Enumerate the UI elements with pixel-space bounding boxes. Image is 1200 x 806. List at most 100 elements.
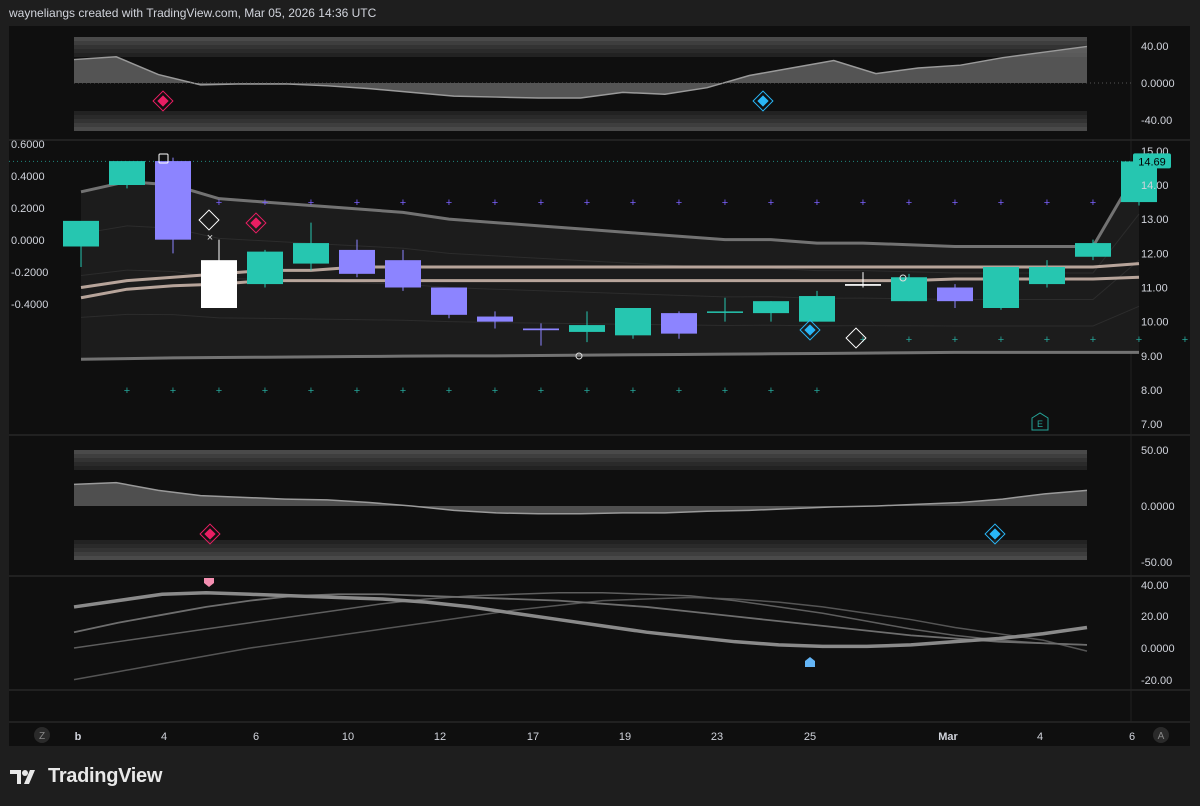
y-tick-label: 20.00 <box>1141 611 1169 623</box>
candle-body <box>293 243 329 264</box>
y-tick-label: 0.0000 <box>1141 78 1175 90</box>
right-axis-tick-label: 11.00 <box>1141 283 1168 295</box>
upper-band <box>74 41 1087 45</box>
time-axis-label: 19 <box>619 731 631 743</box>
y-tick-label: 0.0000 <box>1141 643 1175 655</box>
sell-signal-icon <box>157 95 169 107</box>
upper-dot-marker: + <box>768 197 774 209</box>
upper-dot-marker: + <box>676 197 682 209</box>
top-signal-icon <box>204 578 214 587</box>
upper-dot-marker: + <box>722 197 728 209</box>
lower-dot-marker: + <box>1182 334 1188 346</box>
y-tick-label: 50.00 <box>1141 445 1169 457</box>
channel-fill <box>81 167 1139 360</box>
indicator-line <box>73 593 1088 646</box>
chart-frame: 40.00 0.0000 -40.00 + + + + + + + + + + + + + + + + + + + + + +… <box>9 26 1190 746</box>
lower-band <box>74 552 1087 556</box>
candle-body <box>1029 267 1065 285</box>
upper-dot-marker: + <box>860 197 866 209</box>
lower-dot-marker: + <box>630 385 636 397</box>
upper-dot-marker: + <box>630 197 636 209</box>
chart-canvas[interactable]: 40.000.0000-40.00 + + + + + + + + + + + + + + + + + + + ++ +… <box>9 26 1190 746</box>
candle-body <box>937 287 973 302</box>
time-axis-label: 4 <box>1037 731 1043 743</box>
upper-band <box>74 466 1087 470</box>
lower-dot-marker: + <box>538 385 544 397</box>
candle-body <box>155 161 191 240</box>
upper-dot-marker: + <box>952 197 958 209</box>
lower-dot-marker: + <box>216 385 222 397</box>
upper-dot-marker: + <box>1090 197 1096 209</box>
lower-dot-marker: + <box>768 385 774 397</box>
candle-body <box>661 313 697 334</box>
candle-body <box>109 161 145 185</box>
time-axis-label: 4 <box>161 731 167 743</box>
lower-band <box>74 119 1087 123</box>
right-axis-tick-label: 8.00 <box>1141 385 1162 397</box>
upper-dot-marker: + <box>400 197 406 209</box>
upper-band <box>74 458 1087 462</box>
candle-body <box>707 311 743 313</box>
upper-dot-marker: + <box>906 197 912 209</box>
cross-marker-icon: × <box>207 232 213 244</box>
buy-signal-icon <box>989 528 1001 540</box>
y-tick-label: -50.00 <box>1141 557 1172 569</box>
zoom-button-label: Z <box>39 731 45 742</box>
time-axis-label: 12 <box>434 731 446 743</box>
lower-dot-marker: + <box>722 385 728 397</box>
candle-body <box>845 284 881 286</box>
lower-dot-marker: + <box>492 385 498 397</box>
lower-band <box>74 540 1087 544</box>
lower-dot-marker: + <box>446 385 452 397</box>
candle-body <box>523 328 559 331</box>
candle-body <box>799 296 835 322</box>
time-axis-label: 25 <box>804 731 816 743</box>
lower-band <box>74 111 1087 115</box>
lower-dot-marker: + <box>998 334 1004 346</box>
upper-dot-marker: + <box>262 197 268 209</box>
chart-caption: wayneliangs created with TradingView.com… <box>9 6 377 20</box>
upper-band <box>74 45 1087 49</box>
lower-band <box>74 544 1087 548</box>
left-axis-tick-label: -0.2000 <box>11 267 48 279</box>
last-price-label: 14.69 <box>1138 156 1166 168</box>
candle-body <box>983 267 1019 308</box>
upper-band <box>74 454 1087 458</box>
right-axis-tick-label: 7.00 <box>1141 419 1162 431</box>
auto-scale-button-label: A <box>1158 731 1165 742</box>
time-axis-label: b <box>75 731 82 743</box>
upper-dot-marker: + <box>216 197 222 209</box>
lower-band <box>74 115 1087 119</box>
main-price-pane: + + + + + + + + + + + + + + + + + + + + + + + + + + + + + + + + + + + + + + + +… <box>9 139 1188 431</box>
lower-dot-marker: + <box>124 385 130 397</box>
upper-dot-marker: + <box>446 197 452 209</box>
tradingview-logo[interactable]: TradingView <box>10 765 162 788</box>
time-axis: b 4 6 10 12 17 19 23 25 Mar 4 6 <box>75 731 1135 743</box>
oscillator-area <box>74 482 1087 514</box>
right-axis-tick-label: 13.00 <box>1141 214 1169 226</box>
candle-body <box>753 301 789 314</box>
lower-band <box>74 556 1087 560</box>
upper-band <box>74 49 1087 53</box>
candle-body <box>1075 243 1111 257</box>
candle-body <box>201 260 237 308</box>
y-tick-label: 0.0000 <box>1141 501 1175 513</box>
upper-dot-marker: + <box>492 197 498 209</box>
upper-band <box>74 53 1087 57</box>
upper-band <box>74 462 1087 466</box>
y-tick-label: 40.00 <box>1141 41 1169 53</box>
time-axis-label: 23 <box>711 731 723 743</box>
lower-band <box>74 127 1087 131</box>
upper-dot-marker: + <box>308 197 314 209</box>
time-axis-label: 10 <box>342 731 354 743</box>
lower-dot-marker: + <box>1090 334 1096 346</box>
left-axis-tick-label: -0.4000 <box>11 299 48 311</box>
bottom-signal-icon <box>805 657 815 667</box>
upper-dot-marker: + <box>1044 197 1050 209</box>
left-axis-tick-label: 0.0000 <box>11 235 45 247</box>
lower-dot-marker: + <box>676 385 682 397</box>
lower-dot-marker: + <box>952 334 958 346</box>
upper-dot-marker: + <box>814 197 820 209</box>
candle-body <box>63 220 99 247</box>
left-axis-tick-label: 0.4000 <box>11 171 45 183</box>
